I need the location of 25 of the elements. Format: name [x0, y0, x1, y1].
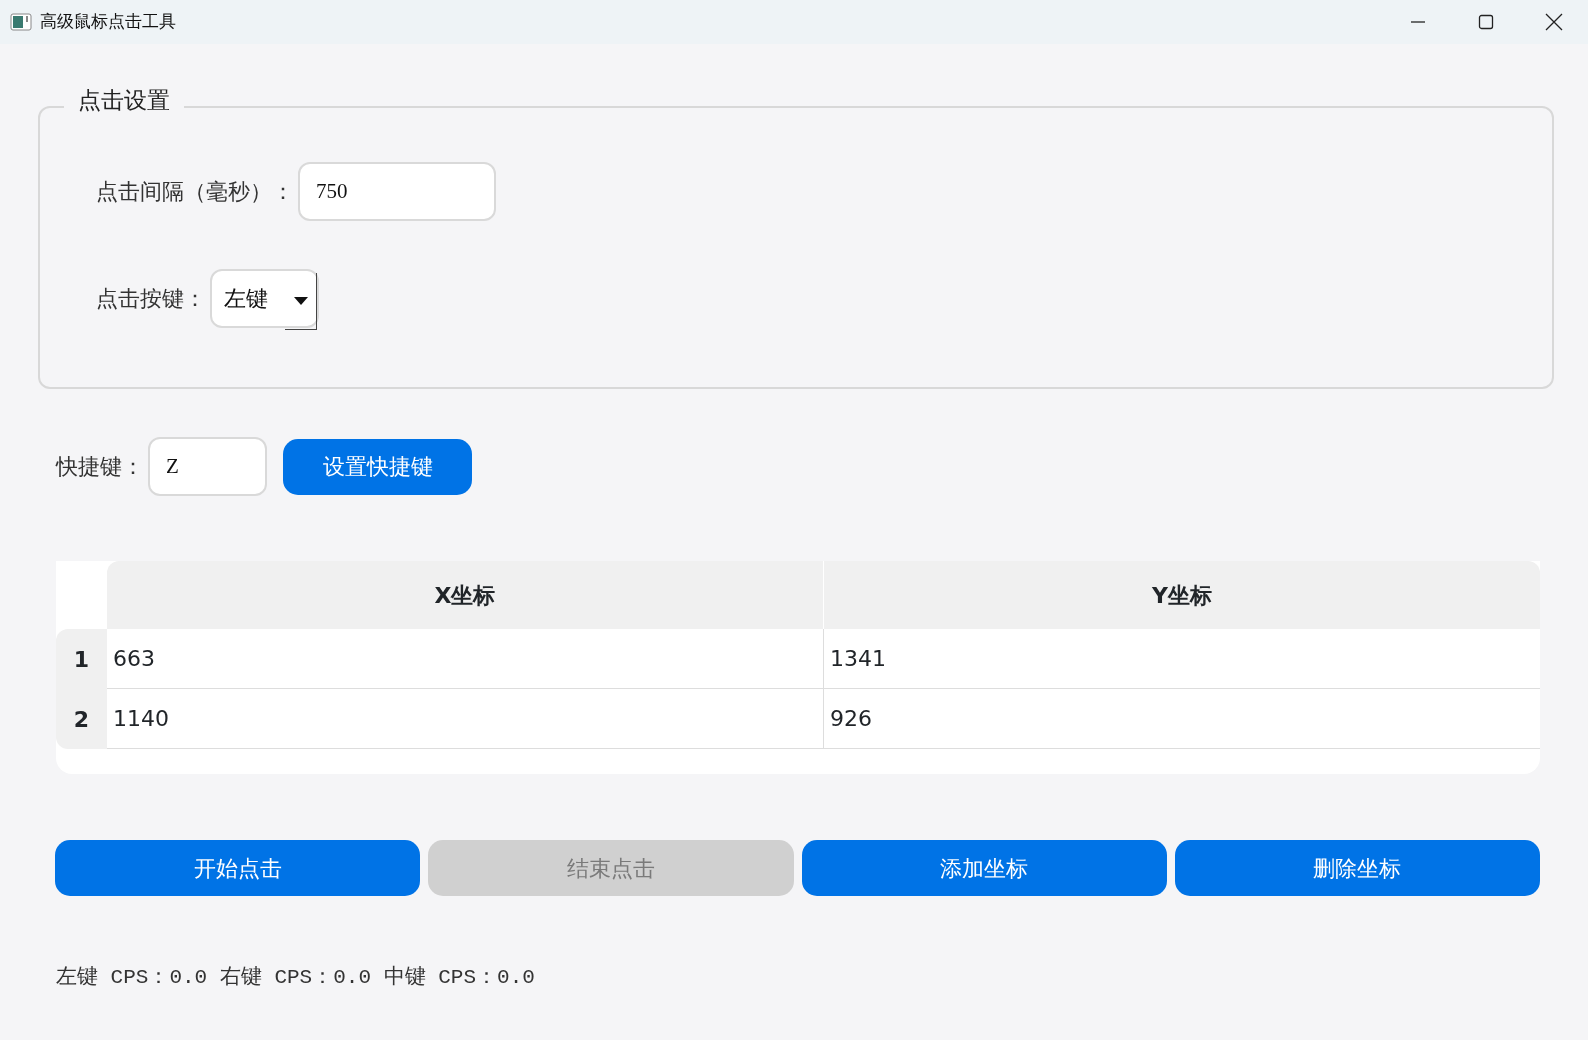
action-button[interactable]: 开始点击 [55, 840, 421, 896]
column-header[interactable]: X坐标 [107, 561, 823, 629]
minimize-icon [1410, 21, 1426, 23]
mouse-button-dropdown[interactable]: 左键 [210, 269, 319, 328]
hotkey-field[interactable]: Z [148, 437, 267, 496]
table-cell-text: 926 [830, 705, 872, 733]
action-button[interactable]: 添加坐标 [801, 840, 1167, 896]
interval-label: 点击间隔（毫秒）： [96, 178, 294, 206]
table-cell-text: 663 [113, 645, 155, 673]
row-header[interactable]: 1 [56, 629, 107, 689]
maximize-icon [1478, 14, 1494, 30]
hotkey-label: 快捷键： [56, 453, 144, 481]
set-hotkey-button[interactable]: 设置快捷键 [283, 438, 472, 495]
app-icon [10, 13, 32, 31]
mouse-button-label: 点击按键： [96, 285, 206, 313]
table-cell-text: 1140 [113, 705, 169, 733]
window-title: 高级鼠标点击工具 [40, 10, 176, 34]
caret-icon [293, 297, 308, 305]
action-button[interactable]: 删除坐标 [1174, 840, 1540, 896]
interval-field[interactable]: 750 [298, 162, 496, 221]
close-icon [1545, 13, 1563, 31]
cps-status-text: 左键 CPS：0.0 右键 CPS：0.0 中键 CPS：0.0 [56, 964, 535, 991]
row-header[interactable]: 2 [56, 689, 107, 749]
column-header[interactable]: Y坐标 [823, 561, 1540, 629]
table-cell-text: 1341 [830, 645, 886, 673]
